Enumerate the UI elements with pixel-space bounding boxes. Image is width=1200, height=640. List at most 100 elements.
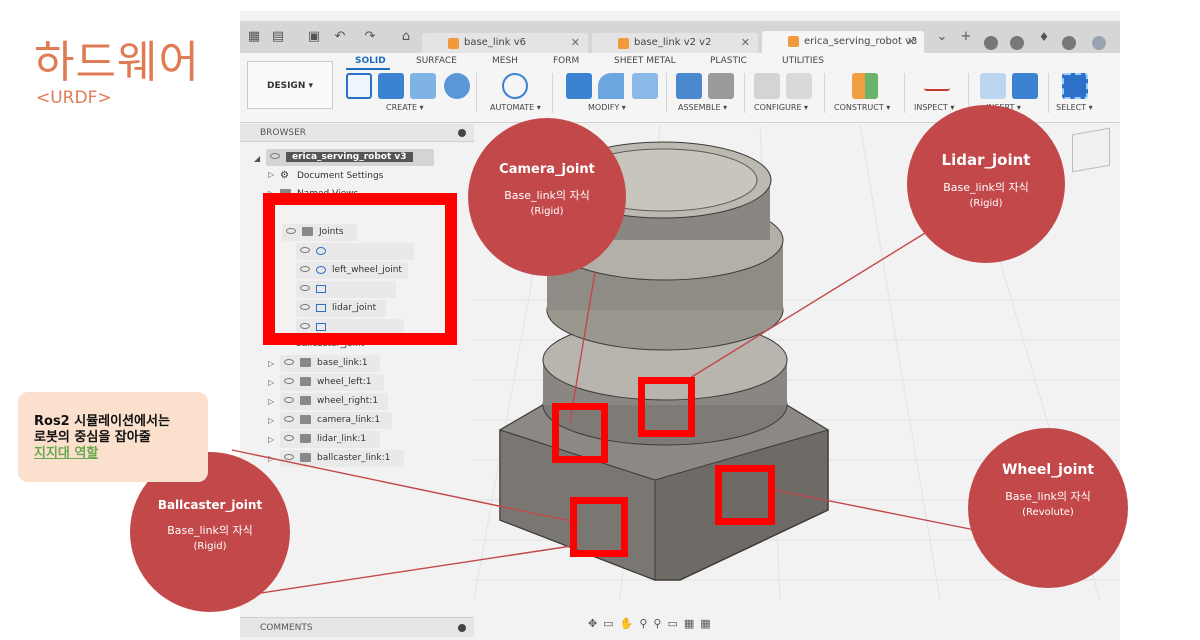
expand-arrow-icon[interactable]: ▷ — [268, 454, 274, 463]
undo-icon[interactable]: ↶ — [332, 29, 348, 45]
tab-form[interactable]: FORM — [553, 56, 579, 66]
tab-plastic[interactable]: PLASTIC — [710, 56, 747, 66]
visibility-eye-icon[interactable] — [284, 454, 294, 460]
fillet-icon[interactable] — [598, 73, 624, 99]
pan-icon[interactable]: ✋ — [620, 617, 640, 630]
select-group-label[interactable]: SELECT ▾ — [1056, 103, 1093, 112]
browser-item-lidar-link[interactable]: lidar_link:1 — [280, 431, 380, 448]
component-body-icon — [300, 358, 311, 367]
fit-icon[interactable]: ⚲ — [653, 617, 667, 630]
browser-header[interactable]: BROWSER — [240, 124, 474, 142]
tab-surface[interactable]: SURFACE — [416, 56, 457, 66]
insert-image-icon[interactable] — [1012, 73, 1038, 99]
modify-group-label[interactable]: MODIFY ▾ — [588, 103, 626, 112]
expand-arrow-icon[interactable]: ▷ — [268, 378, 274, 387]
tree-item-label: base_link:1 — [317, 358, 368, 368]
create-group-label[interactable]: CREATE ▾ — [386, 103, 424, 112]
display-settings-icon[interactable]: ▭ — [667, 617, 683, 630]
tab-utilities[interactable]: UTILITIES — [782, 56, 824, 66]
file-icon[interactable]: ▤ — [270, 29, 286, 45]
tab-mesh[interactable]: MESH — [492, 56, 518, 66]
expand-arrow-icon[interactable]: ▷ — [268, 359, 274, 368]
browser-root-item[interactable]: erica_serving_robot v3 — [266, 149, 434, 166]
view-cube[interactable] — [1072, 127, 1110, 173]
configure-icon[interactable] — [754, 73, 780, 99]
zoom-icon[interactable]: ⚲ — [639, 617, 653, 630]
press-pull-icon[interactable] — [566, 73, 592, 99]
automate-group-label[interactable]: AUTOMATE ▾ — [490, 103, 541, 112]
visibility-eye-icon[interactable] — [270, 153, 280, 159]
comments-panel[interactable]: COMMENTS — [240, 617, 474, 637]
select-icon[interactable] — [1062, 73, 1088, 99]
browser-item-document-settings[interactable]: ⚙ Document Settings — [280, 167, 390, 184]
automate-icon[interactable] — [502, 73, 528, 99]
notification-icon[interactable]: ♦ — [1036, 29, 1052, 45]
construct-group-label[interactable]: CONSTRUCT ▾ — [834, 103, 890, 112]
configure-group-label[interactable]: CONFIGURE ▾ — [754, 103, 808, 112]
extrude-icon[interactable] — [378, 73, 404, 99]
expand-arrow-icon[interactable]: ▷ — [268, 416, 274, 425]
insert-derive-icon[interactable] — [980, 73, 1006, 99]
redo-icon[interactable]: ↷ — [362, 29, 378, 45]
app-grid-icon[interactable]: ▦ — [246, 29, 262, 45]
expand-arrow-icon[interactable]: ▷ — [268, 397, 274, 406]
browser-item-wheel-left[interactable]: wheel_left:1 — [280, 374, 384, 391]
grid-settings-icon[interactable]: ▦ — [684, 617, 700, 630]
measure-icon[interactable] — [924, 81, 950, 91]
doc-tab-label: base_link v6 — [464, 37, 526, 48]
table-icon[interactable] — [786, 73, 812, 99]
panel-pin-icon[interactable] — [458, 624, 466, 632]
offset-plane-icon[interactable] — [852, 73, 878, 99]
expand-arrow-icon[interactable]: ▷ — [268, 435, 274, 444]
browser-item-ballcaster-link[interactable]: ballcaster_link:1 — [280, 450, 404, 467]
help-icon[interactable] — [1062, 36, 1076, 50]
save-icon[interactable]: ▣ — [306, 29, 322, 45]
visibility-eye-icon[interactable] — [284, 359, 294, 365]
component-icon — [448, 38, 459, 49]
visibility-eye-icon[interactable] — [284, 397, 294, 403]
new-component-icon[interactable] — [676, 73, 702, 99]
visibility-eye-icon[interactable] — [284, 378, 294, 384]
inspect-group-label[interactable]: INSPECT ▾ — [914, 103, 954, 112]
shell-icon[interactable] — [632, 73, 658, 99]
divider — [476, 73, 477, 113]
viewport-navigation-bar: ✥▭✋⚲⚲▭▦▦ — [588, 617, 717, 630]
orbit-icon[interactable]: ✥ — [588, 617, 603, 630]
browser-item-wheel-right[interactable]: wheel_right:1 — [280, 393, 388, 410]
close-icon[interactable]: ✕ — [907, 31, 916, 53]
panel-pin-icon[interactable] — [458, 129, 466, 137]
visibility-eye-icon[interactable] — [284, 416, 294, 422]
job-status-icon[interactable] — [1010, 36, 1024, 50]
bubble-joint-type: (Revolute) — [1022, 507, 1074, 518]
doc-tab-erica-serving-robot[interactable]: erica_serving_robot v3 ✕ — [762, 31, 924, 53]
joint-icon[interactable] — [708, 73, 734, 99]
tab-sheet-metal[interactable]: SHEET METAL — [614, 56, 676, 66]
component-body-icon — [300, 377, 311, 386]
doc-tab-base-link-v6[interactable]: base_link v6 ✕ — [422, 33, 588, 53]
design-workspace-button[interactable]: DESIGN ▾ — [247, 61, 333, 109]
bubble-title: Lidar_joint — [941, 151, 1031, 169]
look-at-icon[interactable]: ▭ — [603, 617, 619, 630]
bubble-title: Camera_joint — [499, 162, 595, 177]
hole-icon[interactable] — [444, 73, 470, 99]
active-tab-indicator — [346, 68, 390, 70]
wheel-joint-highlight — [715, 465, 775, 525]
create-sketch-icon[interactable] — [346, 73, 372, 99]
close-icon[interactable]: ✕ — [571, 33, 580, 53]
doc-tab-base-link-v2[interactable]: base_link v2 v2 ✕ — [592, 33, 758, 53]
browser-item-camera-link[interactable]: camera_link:1 — [280, 412, 392, 429]
collapse-arrow-icon[interactable]: ◢ — [254, 154, 260, 163]
revolve-icon[interactable] — [410, 73, 436, 99]
new-tab-icon[interactable]: + — [958, 29, 974, 45]
tab-solid[interactable]: SOLID — [355, 56, 386, 66]
chevron-down-icon[interactable]: ⌄ — [934, 29, 950, 45]
visibility-eye-icon[interactable] — [284, 435, 294, 441]
viewports-icon[interactable]: ▦ — [700, 617, 716, 630]
close-icon[interactable]: ✕ — [741, 33, 750, 53]
home-icon[interactable]: ⌂ — [398, 29, 414, 45]
extensions-icon[interactable] — [984, 36, 998, 50]
assemble-group-label[interactable]: ASSEMBLE ▾ — [678, 103, 727, 112]
avatar[interactable] — [1092, 36, 1106, 50]
browser-item-base-link[interactable]: base_link:1 — [280, 355, 380, 372]
expand-arrow-icon[interactable]: ▷ — [268, 170, 274, 179]
